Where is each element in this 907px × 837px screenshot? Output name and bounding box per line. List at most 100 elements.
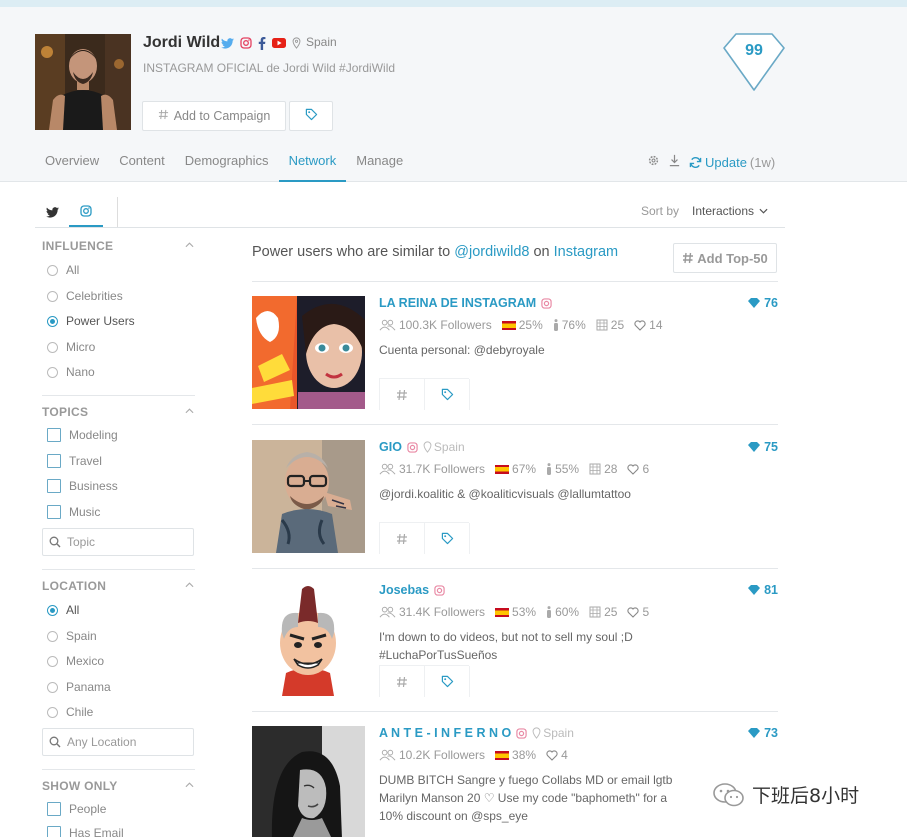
divider (252, 711, 778, 712)
tab-content[interactable]: Content (109, 147, 175, 182)
radio-icon (47, 655, 58, 667)
tab-twitter[interactable] (35, 197, 69, 227)
chevron-up-icon[interactable] (185, 782, 194, 788)
influencer-name-text: Josebas (379, 583, 430, 597)
option-label: Music (69, 505, 101, 519)
sort-select[interactable]: Interactions (692, 204, 768, 218)
gear-icon[interactable] (647, 154, 660, 170)
country-stat: 67% (495, 462, 536, 476)
influencer-photo[interactable] (252, 440, 365, 553)
tag-button[interactable] (424, 523, 470, 554)
topic-option-business[interactable]: Business (47, 479, 118, 493)
location-search-input[interactable]: Any Location (42, 728, 194, 756)
influencer-stats: 100.3K Followers 25% 76% 25 14 (379, 318, 663, 332)
search-icon (49, 536, 61, 548)
users-icon (379, 463, 396, 475)
divider (252, 568, 778, 569)
heading-on: on (533, 244, 550, 260)
spain-flag-icon (495, 750, 510, 760)
option-label: Has Email (69, 826, 124, 837)
topic-option-music[interactable]: Music (47, 505, 100, 519)
tag-button[interactable] (424, 666, 470, 697)
likes-stat: 6 (627, 462, 649, 476)
influence-option-nano[interactable]: Nano (47, 365, 95, 379)
radio-icon (47, 341, 58, 353)
influencer-stats: 31.4K Followers 53% 60% 25 5 (379, 605, 649, 619)
tab-network[interactable]: Network (278, 147, 347, 182)
location-option-all[interactable]: All (47, 603, 79, 617)
option-label: Business (69, 479, 118, 493)
country-value: 67% (512, 462, 537, 476)
section-title-topics: TOPICS (42, 405, 89, 419)
location-pin-icon (532, 727, 541, 739)
location-option-spain[interactable]: Spain (47, 629, 97, 643)
add-to-campaign-button[interactable] (379, 666, 425, 697)
instagram-icon[interactable] (240, 37, 252, 49)
influencer-name[interactable]: A N T E - I N F E R N O Spain (379, 726, 574, 740)
users-icon (379, 749, 396, 761)
instagram-icon (434, 584, 445, 596)
chevron-up-icon[interactable] (185, 582, 194, 588)
add-top-50-button[interactable]: Add Top-50 (673, 243, 777, 273)
influencer-score: 76 (748, 296, 778, 310)
tab-instagram[interactable] (69, 197, 103, 227)
option-label: Micro (66, 340, 96, 354)
update-age: (1w) (749, 154, 776, 170)
add-to-campaign-label: Add to Campaign (173, 109, 271, 123)
show-only-option-has-email[interactable]: Has Email (47, 826, 124, 837)
influencer-name[interactable]: Josebas (379, 583, 445, 597)
heading-platform-link[interactable]: Instagram (554, 244, 618, 260)
add-to-campaign-button[interactable] (379, 523, 425, 554)
topic-search-input[interactable]: Topic (42, 528, 194, 556)
influence-option-celebrities[interactable]: Celebrities (47, 289, 123, 303)
influencer-name-text: A N T E - I N F E R N O (379, 726, 512, 740)
topic-option-modeling[interactable]: Modeling (47, 428, 118, 442)
followers-value: 10.2K Followers (399, 748, 486, 762)
youtube-icon[interactable] (272, 38, 286, 48)
add-to-campaign-button[interactable] (379, 379, 425, 410)
tag-button[interactable] (424, 379, 470, 410)
download-icon[interactable] (668, 154, 681, 170)
option-label: Chile (66, 705, 94, 719)
chevron-up-icon[interactable] (185, 408, 194, 414)
influence-option-micro[interactable]: Micro (47, 340, 95, 354)
influencer-name[interactable]: LA REINA DE INSTAGRAM (379, 296, 552, 310)
heading-user-link[interactable]: @jordiwild8 (454, 244, 529, 260)
gender-value: 55% (555, 462, 580, 476)
checkbox-icon (47, 802, 61, 816)
influence-option-power-users[interactable]: Power Users (47, 314, 135, 328)
location-option-mexico[interactable]: Mexico (47, 654, 104, 668)
followers-stat: 10.2K Followers (379, 748, 485, 762)
facebook-icon[interactable] (258, 36, 266, 50)
card-actions (379, 522, 470, 554)
tag-button[interactable] (289, 101, 333, 131)
influencer-photo[interactable] (252, 296, 365, 409)
tab-demographics[interactable]: Demographics (175, 147, 279, 182)
network-platform-tabs (35, 197, 118, 227)
tab-manage[interactable]: Manage (346, 147, 413, 182)
influencer-name[interactable]: GIO Spain (379, 440, 465, 454)
influence-option-all[interactable]: All (47, 263, 79, 277)
influencer-card: Josebas 81 31.4K Followers 53% 60% 25 5 … (252, 583, 778, 712)
influencer-photo[interactable] (252, 726, 365, 837)
profile-header: Jordi Wild Spain INSTAGRAM OFICIAL de Jo… (0, 7, 907, 182)
followers-value: 31.7K Followers (399, 462, 486, 476)
influencer-bio: @jordi.koalitic & @koaliticvisuals @lall… (379, 487, 631, 501)
refresh-icon (689, 156, 702, 168)
twitter-icon[interactable] (221, 37, 234, 49)
sort-value: Interactions (692, 204, 755, 218)
chevron-up-icon[interactable] (185, 242, 194, 248)
add-to-campaign-button[interactable]: Add to Campaign (142, 101, 286, 131)
hashtag-icon (158, 109, 169, 123)
tab-overview[interactable]: Overview (35, 147, 109, 182)
radio-icon (47, 630, 58, 642)
followers-stat: 100.3K Followers (379, 318, 492, 332)
location-option-panama[interactable]: Panama (47, 680, 111, 694)
country-value: 53% (512, 605, 537, 619)
topic-option-travel[interactable]: Travel (47, 454, 102, 468)
show-only-option-people[interactable]: People (47, 802, 106, 816)
location-option-chile[interactable]: Chile (47, 705, 93, 719)
influencer-photo[interactable] (252, 583, 365, 696)
update-button[interactable]: Update (1w) (689, 155, 775, 170)
wechat-watermark: 下班后8小时 (712, 781, 859, 808)
